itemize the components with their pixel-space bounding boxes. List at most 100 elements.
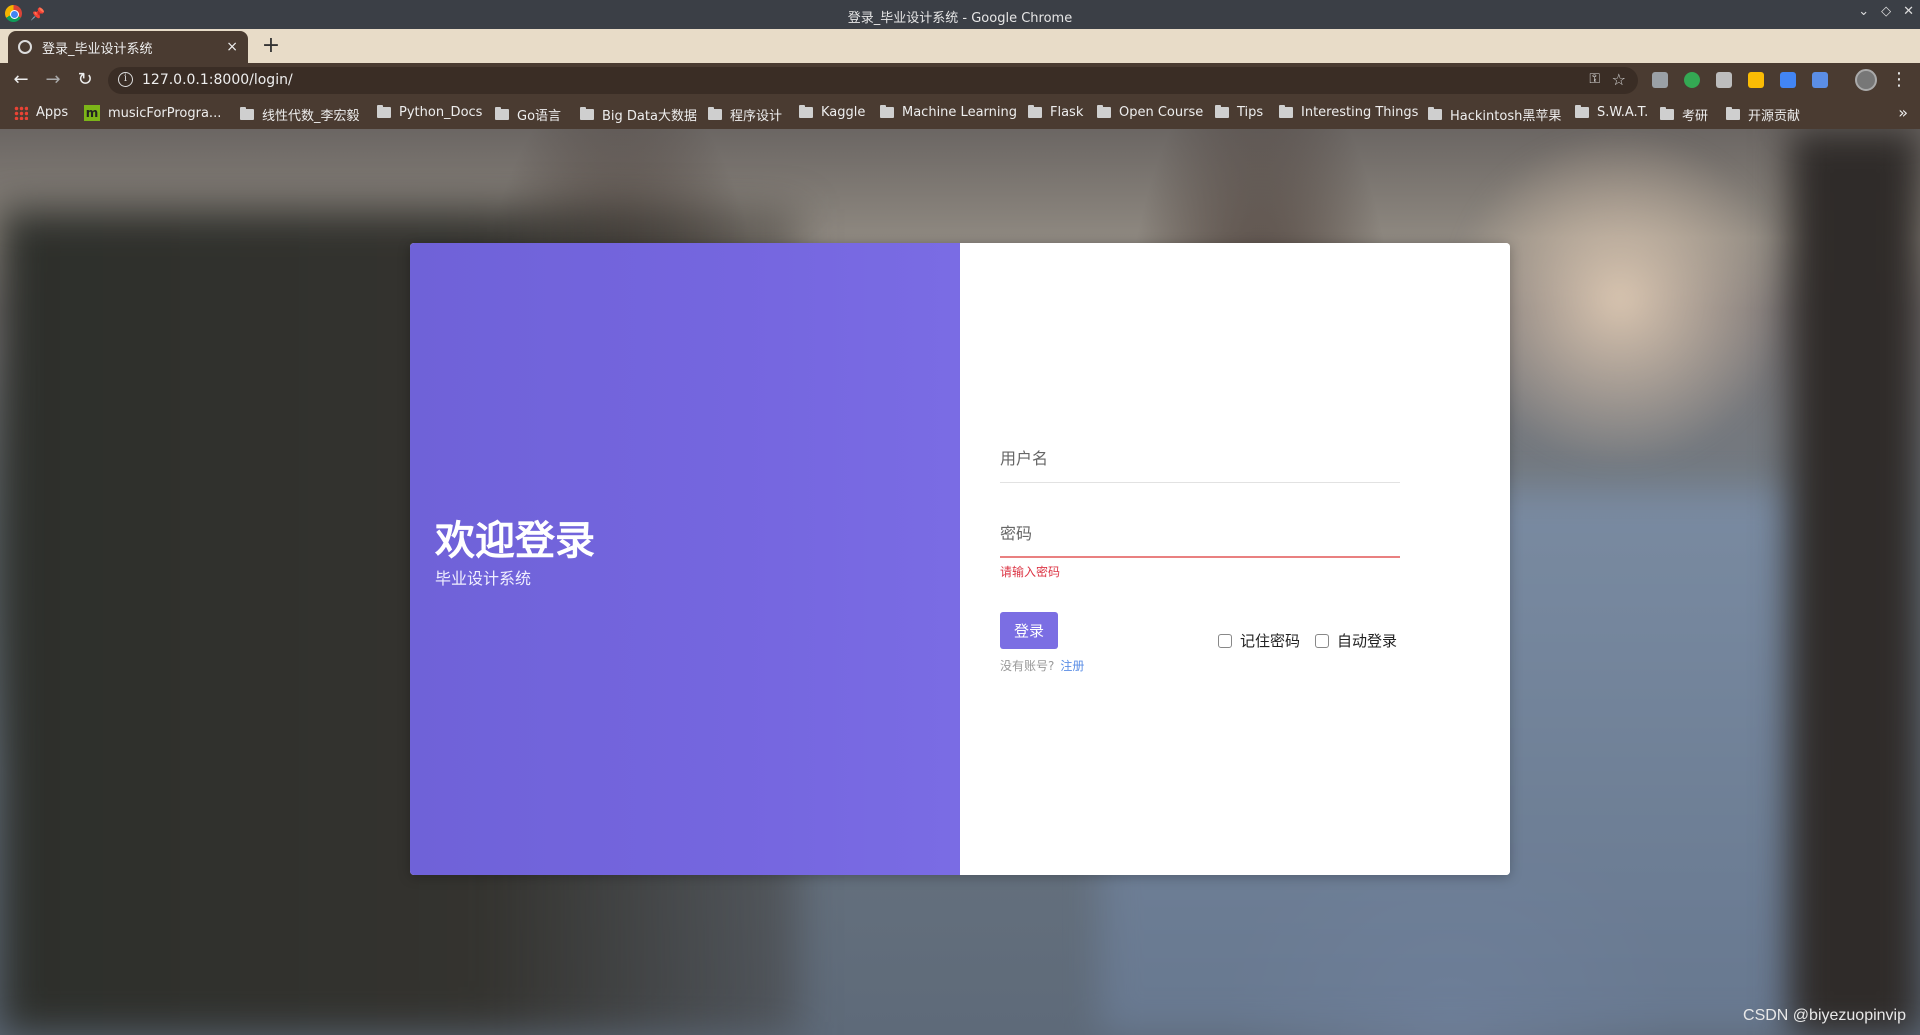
login-form-panel: 请输入密码 登录 记住密码 自动登录 没有账号? 注册	[960, 243, 1510, 875]
globe-icon	[18, 40, 32, 54]
login-button[interactable]: 登录	[1000, 612, 1058, 649]
bookmark-musicforprogramming[interactable]: m musicForProgra...	[84, 105, 221, 121]
bookmark-label: Go语言	[517, 109, 562, 124]
bookmark-label: Python_Docs	[399, 105, 483, 120]
bookmark-folder[interactable]: 开源贡献	[1726, 105, 1800, 124]
bookmark-label: Flask	[1050, 105, 1084, 120]
extension-icon-5[interactable]	[1780, 72, 1796, 88]
reload-button[interactable]: ↻	[73, 69, 97, 93]
tab-title: 登录_毕业设计系统	[42, 41, 153, 57]
bookmark-folder[interactable]: Flask	[1028, 105, 1083, 120]
bookmark-folder[interactable]: Kaggle	[799, 105, 865, 120]
folder-icon	[377, 105, 391, 118]
no-account-text: 没有账号?	[1000, 659, 1055, 673]
folder-icon	[880, 105, 894, 118]
close-window-icon[interactable]: ✕	[1903, 4, 1914, 19]
auto-login-checkbox[interactable]: 自动登录	[1315, 630, 1397, 651]
bookmark-folder[interactable]: S.W.A.T.	[1575, 105, 1648, 120]
forward-button[interactable]: →	[41, 69, 65, 93]
bookmark-folder[interactable]: Big Data大数据	[580, 105, 697, 124]
csdn-watermark: CSDN @biyezuopinvip	[1743, 1007, 1906, 1024]
extension-icon-3[interactable]	[1716, 72, 1732, 88]
bookmark-folder[interactable]: 程序设计	[708, 105, 782, 124]
bookmarks-overflow-icon[interactable]: »	[1898, 103, 1908, 122]
m-icon: m	[84, 105, 100, 121]
bookmark-label: musicForProgra...	[108, 105, 222, 121]
welcome-heading: 欢迎登录	[435, 518, 595, 564]
key-icon[interactable]: ⚿	[1589, 71, 1600, 87]
minimize-icon[interactable]: ⌄	[1858, 4, 1869, 19]
folder-icon	[1660, 107, 1674, 120]
extension-icon-2[interactable]	[1684, 72, 1700, 88]
bookmark-label: Apps	[36, 105, 69, 120]
bookmark-folder[interactable]: Interesting Things	[1279, 105, 1418, 120]
bookmark-label: Kaggle	[821, 105, 866, 120]
tab-login[interactable]: 登录_毕业设计系统 ×	[8, 31, 248, 63]
remember-password-label: 记住密码	[1240, 632, 1301, 650]
url-text[interactable]: 127.0.0.1:8000/login/	[142, 72, 293, 88]
folder-icon	[799, 105, 813, 118]
folder-icon	[580, 107, 594, 120]
translate-icon[interactable]	[1812, 72, 1828, 88]
password-input[interactable]	[1000, 518, 1400, 558]
password-error-message: 请输入密码	[1000, 565, 1061, 579]
folder-icon	[240, 107, 254, 120]
bookmark-label: 考研	[1682, 109, 1709, 124]
maximize-icon[interactable]: ◇	[1881, 4, 1891, 19]
bookmark-folder[interactable]: Python_Docs	[377, 105, 482, 120]
back-button[interactable]: ←	[9, 69, 33, 93]
folder-icon	[1428, 107, 1442, 120]
drive-icon[interactable]	[1748, 72, 1764, 88]
signup-prompt: 没有账号? 注册	[1000, 657, 1084, 674]
address-bar[interactable]: i 127.0.0.1:8000/login/ ⚿ ☆	[108, 67, 1638, 94]
browser-toolbar: ← → ↻ i 127.0.0.1:8000/login/ ⚿ ☆ ⋮	[0, 63, 1920, 98]
bookmark-apps[interactable]: Apps	[14, 105, 68, 120]
bookmark-label: 线性代数_李宏毅	[262, 109, 360, 124]
bookmark-label: 开源贡献	[1748, 109, 1801, 124]
new-tab-button[interactable]: +	[258, 33, 284, 59]
bookmark-folder[interactable]: Hackintosh黑苹果	[1428, 105, 1561, 124]
tab-close-icon[interactable]: ×	[226, 39, 238, 55]
bookmark-label: S.W.A.T.	[1597, 105, 1649, 120]
apps-grid-icon	[14, 105, 28, 120]
folder-icon	[1279, 105, 1293, 118]
folder-icon	[1097, 105, 1111, 118]
auto-login-label: 自动登录	[1337, 632, 1398, 650]
login-card: 欢迎登录 毕业设计系统 请输入密码 登录 记住密码 自动登录 没有账号? 注册	[410, 243, 1510, 875]
bookmark-folder[interactable]: 线性代数_李宏毅	[240, 105, 360, 124]
bookmark-star-icon[interactable]: ☆	[1612, 70, 1626, 89]
login-welcome-panel: 欢迎登录 毕业设计系统	[410, 243, 960, 875]
site-info-icon[interactable]: i	[118, 72, 133, 87]
window-title: 登录_毕业设计系统 - Google Chrome	[847, 11, 1073, 26]
system-subtitle: 毕业设计系统	[435, 569, 532, 588]
background-blur-right	[1790, 129, 1920, 1035]
folder-icon	[1028, 105, 1042, 118]
folder-icon	[708, 107, 722, 120]
checkbox-box[interactable]	[1315, 633, 1329, 648]
bookmark-label: Big Data大数据	[602, 109, 697, 124]
bookmark-folder[interactable]: Tips	[1215, 105, 1263, 120]
extension-icon-1[interactable]	[1652, 72, 1668, 88]
bookmark-label: Machine Learning	[902, 105, 1017, 120]
bookmark-folder[interactable]: Open Course	[1097, 105, 1203, 120]
folder-icon	[1215, 105, 1229, 118]
folder-icon	[495, 107, 509, 120]
remember-password-checkbox[interactable]: 记住密码	[1218, 630, 1300, 651]
folder-icon	[1575, 105, 1589, 118]
bookmark-label: Hackintosh黑苹果	[1450, 109, 1562, 124]
bookmark-label: Interesting Things	[1301, 105, 1419, 120]
page-background: 欢迎登录 毕业设计系统 请输入密码 登录 记住密码 自动登录 没有账号? 注册 C…	[0, 129, 1920, 1035]
bookmark-folder[interactable]: 考研	[1660, 105, 1708, 124]
window-controls: ⌄ ◇ ✕	[1858, 4, 1914, 19]
bookmark-folder[interactable]: Machine Learning	[880, 105, 1017, 120]
tab-strip: 登录_毕业设计系统 × +	[0, 29, 1920, 63]
bookmarks-bar: Apps m musicForProgra... 线性代数_李宏毅 Python…	[0, 98, 1920, 129]
username-input[interactable]	[1000, 443, 1400, 483]
bookmark-folder[interactable]: Go语言	[495, 105, 561, 124]
bookmark-label: Tips	[1237, 105, 1264, 120]
profile-avatar[interactable]	[1855, 69, 1877, 91]
bookmark-label: Open Course	[1119, 105, 1204, 120]
register-link[interactable]: 注册	[1060, 659, 1084, 673]
checkbox-box[interactable]	[1218, 633, 1232, 648]
chrome-menu-icon[interactable]: ⋮	[1890, 69, 1908, 90]
